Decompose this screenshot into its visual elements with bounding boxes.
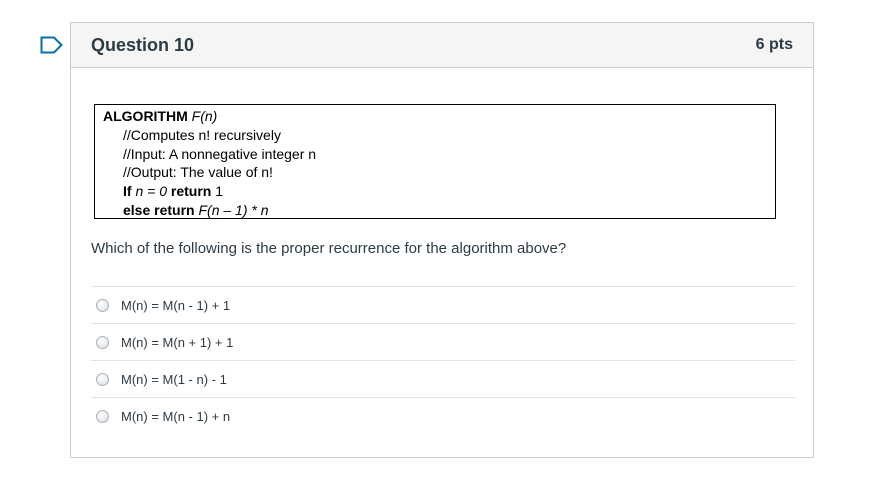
question-points: 6 pts [755,36,793,53]
algorithm-else-keyword: else return [123,201,195,218]
radio-unselected-icon[interactable] [96,409,109,423]
algorithm-if-keyword: If [123,183,132,200]
algorithm-if-line: If n = 0 return 1 [103,182,775,201]
answer-option-4[interactable]: M(n) = M(n - 1) + n [91,397,795,434]
algorithm-keyword: ALGORITHM [103,108,188,124]
algorithm-else-line: else return F(n – 1) * n [103,201,775,218]
answer-label[interactable]: M(n) = M(1 - n) - 1 [121,372,227,387]
answer-list: M(n) = M(n - 1) + 1 M(n) = M(n + 1) + 1 … [91,286,795,434]
answer-option-2[interactable]: M(n) = M(n + 1) + 1 [91,323,795,360]
algorithm-name: F(n) [191,108,218,124]
answer-label[interactable]: M(n) = M(n - 1) + n [121,409,230,424]
answer-option-1[interactable]: M(n) = M(n - 1) + 1 [91,286,795,323]
question-header: Question 10 6 pts [71,23,813,68]
algorithm-return-value: 1 [215,183,224,200]
answer-option-3[interactable]: M(n) = M(1 - n) - 1 [91,360,795,397]
radio-unselected-icon[interactable] [96,372,109,386]
question-prompt: Which of the following is the proper rec… [91,240,567,257]
algorithm-comment-output: //Output: The value of n! [123,164,273,181]
radio-unselected-icon[interactable] [96,298,109,312]
algorithm-if-condition: n = 0 [135,183,167,200]
question-card: Question 10 6 pts ALGORITHM F(n) //Compu… [70,22,814,458]
algorithm-return-keyword: return [170,183,212,200]
answer-label[interactable]: M(n) = M(n - 1) + 1 [121,298,230,313]
algorithm-recursive-call: F(n [198,201,220,218]
algorithm-comment-input: //Input: A nonnegative integer n [123,145,317,162]
algorithm-comment-computes: //Computes n! recursively [123,126,281,143]
algorithm-header-line: ALGORITHM F(n) [103,107,775,126]
algorithm-recursive-rest: – 1) * n [223,201,269,218]
answer-label[interactable]: M(n) = M(n + 1) + 1 [121,335,233,350]
radio-unselected-icon[interactable] [96,335,109,349]
algorithm-box: ALGORITHM F(n) //Computes n! recursively… [94,104,776,219]
flag-question-icon[interactable] [40,36,64,54]
question-title: Question 10 [91,34,195,55]
